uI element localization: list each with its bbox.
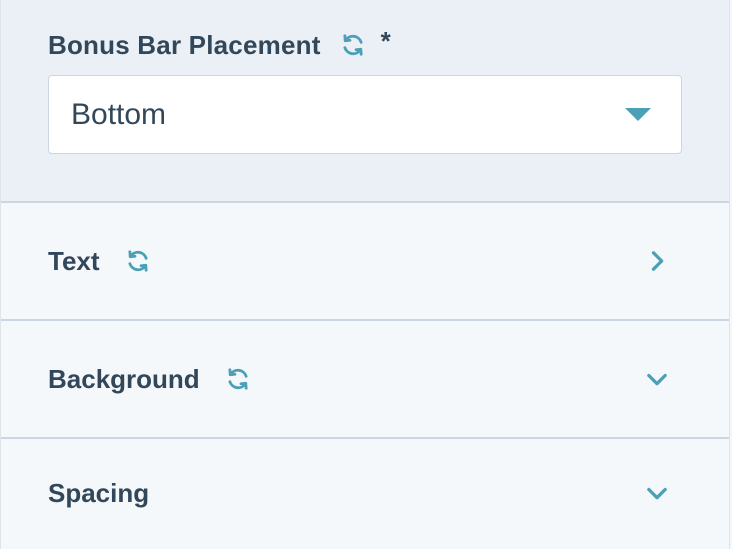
section-spacing[interactable]: Spacing xyxy=(1,439,729,547)
chevron-down-icon xyxy=(643,479,671,507)
section-label: Spacing xyxy=(48,477,150,508)
field-label-row: Bonus Bar Placement * xyxy=(48,25,729,62)
section-background[interactable]: Background xyxy=(1,321,729,439)
required-asterisk: * xyxy=(380,25,391,56)
sync-icon[interactable] xyxy=(124,247,152,275)
sync-icon[interactable] xyxy=(339,31,367,59)
caret-down-icon xyxy=(625,108,651,121)
sync-icon[interactable] xyxy=(224,365,252,393)
select-value: Bottom xyxy=(71,97,167,131)
placement-select[interactable]: Bottom xyxy=(48,75,682,154)
bonus-bar-placement-field: Bonus Bar Placement * Bottom xyxy=(1,0,729,203)
settings-panel: Bonus Bar Placement * Bottom Text Backgr… xyxy=(0,0,730,549)
chevron-right-icon xyxy=(643,247,671,275)
chevron-down-icon xyxy=(643,365,671,393)
section-label: Text xyxy=(48,245,100,276)
field-label: Bonus Bar Placement xyxy=(48,29,321,60)
section-label: Background xyxy=(48,363,200,394)
section-text[interactable]: Text xyxy=(1,203,729,321)
